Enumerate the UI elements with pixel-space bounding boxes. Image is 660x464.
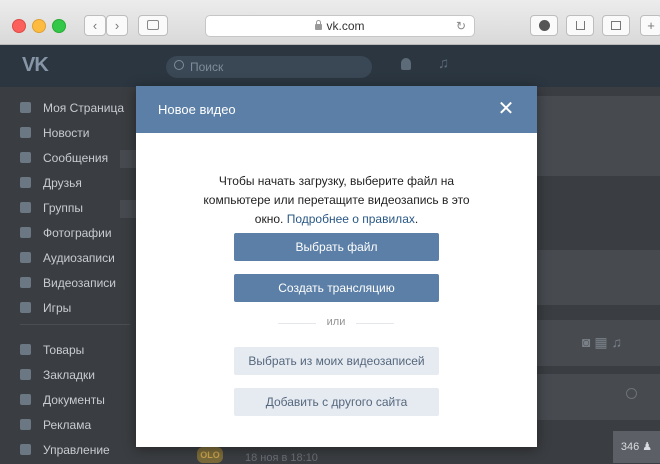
news-icon xyxy=(20,127,31,139)
minimize-window-button[interactable] xyxy=(32,19,46,33)
tabs-icon xyxy=(611,21,621,30)
post-date: 18 ноя в 18:10 xyxy=(245,452,318,464)
lock-icon xyxy=(315,20,323,30)
close-icon[interactable]: ✕ xyxy=(495,98,517,120)
sidebar-item-games[interactable]: Игры xyxy=(20,296,71,321)
sidebar-toggle-button[interactable] xyxy=(138,15,168,36)
music-icon xyxy=(20,252,31,264)
modal-header: Новое видео ✕ xyxy=(136,86,537,133)
users-icon xyxy=(20,202,31,214)
search-placeholder: Поиск xyxy=(190,60,224,74)
content-panel xyxy=(120,150,136,168)
sidebar-item-messages[interactable]: Сообщения xyxy=(20,146,108,171)
address-bar[interactable]: vk.com ↻ xyxy=(205,15,475,37)
sidebar-item-news[interactable]: Новости xyxy=(20,121,89,146)
content-panel xyxy=(120,200,136,218)
upload-description: Чтобы начать загрузку, выберите файл на … xyxy=(203,174,470,226)
megaphone-icon xyxy=(20,419,31,431)
or-divider-text: или xyxy=(326,316,346,328)
add-from-other-site-button[interactable]: Добавить с другого сайта xyxy=(234,388,439,416)
sidebar-divider xyxy=(20,324,130,325)
attachment-icons[interactable]: ◙ ▦ ♫ xyxy=(582,334,622,351)
gamepad-icon xyxy=(20,444,31,456)
back-button[interactable]: ‹ xyxy=(84,15,106,36)
vk-search-input[interactable]: Поиск xyxy=(166,56,372,78)
content-panel xyxy=(537,374,660,420)
share-icon xyxy=(576,21,585,30)
modal-title: Новое видео xyxy=(158,102,236,117)
create-stream-button[interactable]: Создать трансляцию xyxy=(234,274,439,302)
or-divider-right xyxy=(356,323,394,324)
sidebar-item-goods[interactable]: Товары xyxy=(20,338,84,363)
downloads-button[interactable] xyxy=(530,15,558,36)
sidebar-item-ads[interactable]: Реклама xyxy=(20,413,91,438)
sidebar-item-documents[interactable]: Документы xyxy=(20,388,105,413)
search-icon xyxy=(174,60,184,70)
search-icon[interactable] xyxy=(626,388,637,399)
content-panel xyxy=(537,250,660,305)
sidebar-item-bookmarks[interactable]: Закладки xyxy=(20,363,95,388)
star-icon xyxy=(20,369,31,381)
rules-link[interactable]: Подробнее о правилах xyxy=(287,212,415,226)
zoom-window-button[interactable] xyxy=(52,19,66,33)
choose-file-button[interactable]: Выбрать файл xyxy=(234,233,439,261)
or-divider-left xyxy=(278,323,316,324)
content-panel xyxy=(537,96,660,176)
tabs-overview-button[interactable] xyxy=(602,15,630,36)
sidebar-item-manage[interactable]: Управление xyxy=(20,438,110,463)
download-icon xyxy=(539,20,550,31)
sidebar-item-my-page[interactable]: Моя Страница xyxy=(20,96,124,121)
sidebar-item-groups[interactable]: Группы xyxy=(20,196,83,221)
share-button[interactable] xyxy=(566,15,594,36)
music-note-icon[interactable]: ♫ xyxy=(438,55,449,72)
new-tab-button[interactable]: + xyxy=(640,15,660,36)
user-icon xyxy=(20,177,31,189)
online-counter[interactable]: 346 ♟ xyxy=(613,431,660,463)
messages-icon xyxy=(20,152,31,164)
home-icon xyxy=(20,102,31,114)
gamepad-icon xyxy=(20,302,31,314)
sidebar-icon xyxy=(147,20,159,30)
sidebar-item-friends[interactable]: Друзья xyxy=(20,171,82,196)
user-icon: ♟ xyxy=(642,441,653,453)
vk-logo[interactable]: VK xyxy=(22,54,49,77)
post-avatar[interactable]: OLO xyxy=(197,447,223,463)
url-text: vk.com xyxy=(326,19,365,33)
bell-icon[interactable] xyxy=(401,58,411,70)
close-window-button[interactable] xyxy=(12,19,26,33)
sidebar-item-video[interactable]: Видеозаписи xyxy=(20,271,116,296)
camera-icon xyxy=(20,227,31,239)
bag-icon xyxy=(20,344,31,356)
sidebar-item-audio[interactable]: Аудиозаписи xyxy=(20,246,115,271)
reload-icon[interactable]: ↻ xyxy=(456,16,466,36)
film-icon xyxy=(20,277,31,289)
new-video-modal: Новое видео ✕ Чтобы начать загрузку, выб… xyxy=(136,86,537,447)
forward-button[interactable]: › xyxy=(106,15,128,36)
document-icon xyxy=(20,394,31,406)
sidebar-item-photos[interactable]: Фотографии xyxy=(20,221,112,246)
choose-from-my-videos-button[interactable]: Выбрать из моих видеозаписей xyxy=(234,347,439,375)
